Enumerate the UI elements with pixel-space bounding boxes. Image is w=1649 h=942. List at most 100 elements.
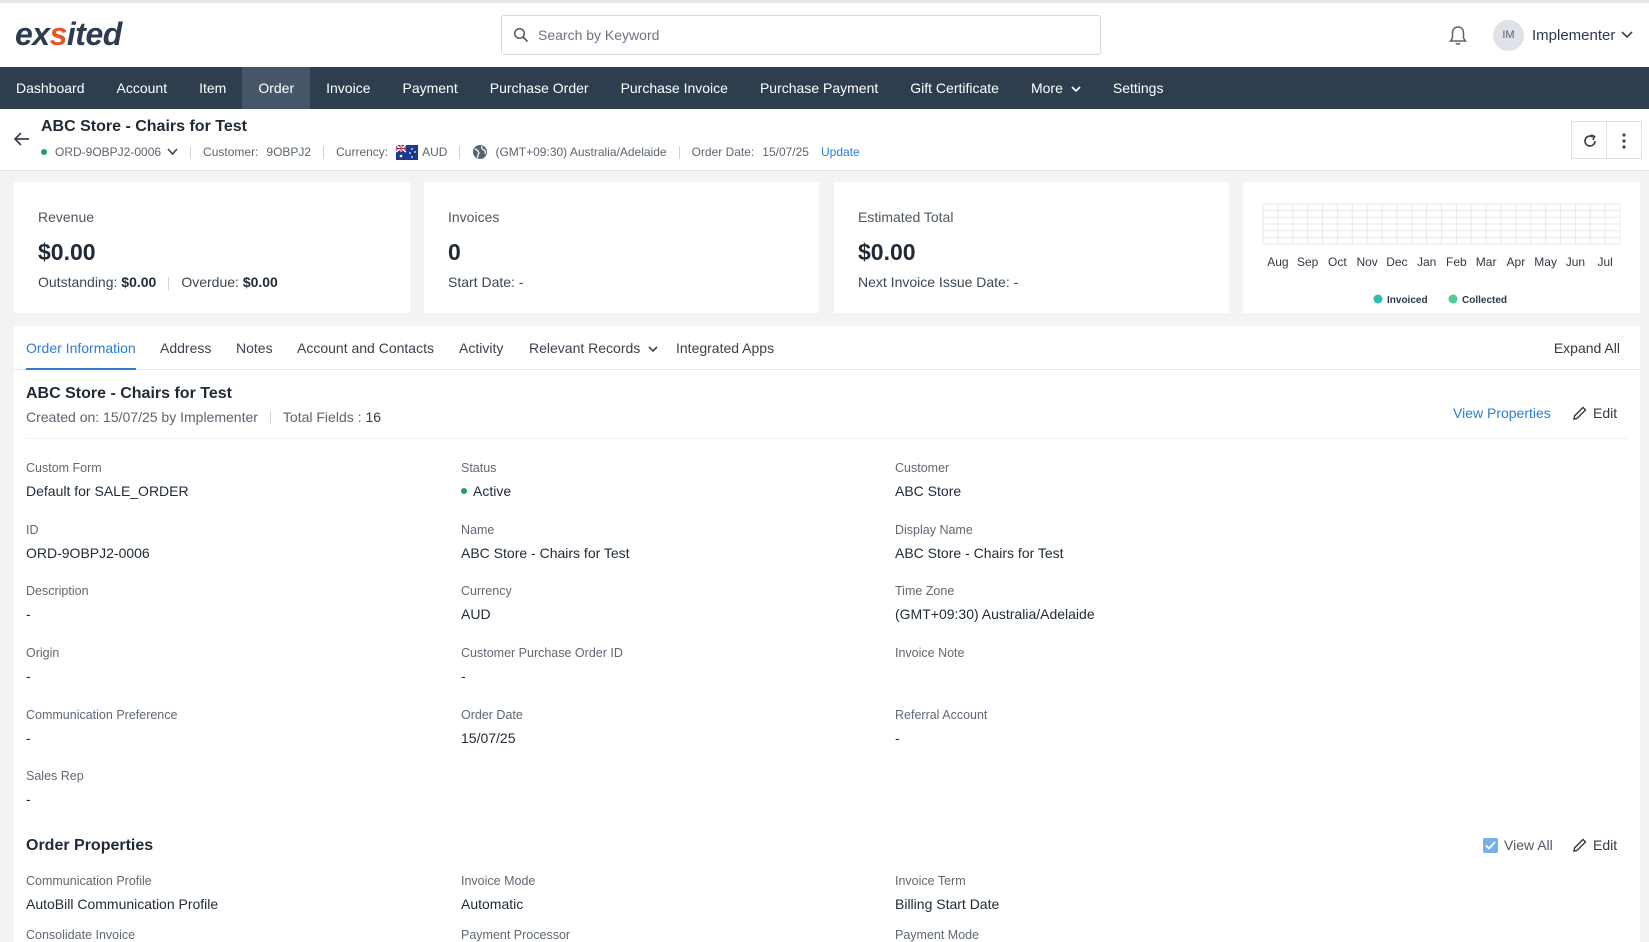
field-value: - bbox=[26, 606, 31, 622]
tab-integrated-apps[interactable]: Integrated Apps bbox=[676, 326, 774, 370]
customer-label: Customer: bbox=[203, 145, 259, 159]
nav-invoice[interactable]: Invoice bbox=[310, 67, 386, 109]
field-sales-rep: Sales Rep - bbox=[26, 769, 446, 807]
expand-all-button[interactable]: Expand All bbox=[1554, 326, 1620, 370]
field-communication-preference: Communication Preference - bbox=[26, 708, 446, 746]
estimated-total-value: $0.00 bbox=[858, 239, 916, 265]
more-options-button[interactable] bbox=[1606, 121, 1642, 159]
field-label: Consolidate Invoice bbox=[26, 928, 136, 942]
field-value: 15/07/25 bbox=[461, 730, 516, 746]
field-value: (GMT+09:30) Australia/Adelaide bbox=[895, 606, 1095, 622]
nav-order[interactable]: Order bbox=[242, 67, 311, 109]
refresh-button[interactable] bbox=[1571, 121, 1607, 159]
outstanding-label: Outstanding: bbox=[38, 274, 118, 290]
currency-value: AUD bbox=[422, 145, 448, 159]
order-id-select[interactable]: ORD-9OBPJ2-0006 bbox=[55, 145, 161, 159]
chevron-down-icon[interactable] bbox=[1621, 31, 1633, 39]
pencil-icon bbox=[1573, 406, 1587, 420]
field-value: - bbox=[461, 668, 466, 684]
order-date-label: Order Date: bbox=[691, 145, 755, 159]
overdue-label: Overdue: bbox=[181, 274, 239, 290]
field-label: Invoice Mode bbox=[461, 874, 536, 888]
x-tick-label: May bbox=[1534, 255, 1557, 269]
field-invoice-note: Invoice Note bbox=[895, 646, 1315, 668]
invoices-value: 0 bbox=[448, 239, 461, 265]
separator bbox=[323, 145, 325, 159]
outstanding-value: $0.00 bbox=[121, 274, 157, 290]
pencil-icon bbox=[1573, 838, 1587, 852]
nav-purchase-payment[interactable]: Purchase Payment bbox=[744, 67, 894, 109]
field-invoice-term: Invoice Term Billing Start Date bbox=[895, 874, 1315, 912]
tab-address[interactable]: Address bbox=[160, 326, 211, 370]
nav-dashboard[interactable]: Dashboard bbox=[0, 67, 101, 109]
tab-notes[interactable]: Notes bbox=[236, 326, 273, 370]
field-value: - bbox=[26, 668, 31, 684]
search-input[interactable] bbox=[538, 24, 1088, 46]
bell-icon[interactable] bbox=[1448, 25, 1468, 47]
properties-edit-button[interactable]: Edit bbox=[1573, 837, 1617, 853]
field-origin: Origin - bbox=[26, 646, 446, 684]
legend-marker-invoiced bbox=[1373, 294, 1383, 304]
field-customer-po: Customer Purchase Order ID - bbox=[461, 646, 881, 684]
revenue-value: $0.00 bbox=[38, 239, 96, 265]
nav-settings[interactable]: Settings bbox=[1097, 67, 1180, 109]
back-arrow-icon[interactable] bbox=[13, 131, 31, 147]
field-label: Invoice Note bbox=[895, 646, 965, 660]
revenue-breakdown: Outstanding: $0.00 Overdue: $0.00 bbox=[38, 274, 278, 290]
tab-activity[interactable]: Activity bbox=[459, 326, 503, 370]
tab-account-and-contacts[interactable]: Account and Contacts bbox=[297, 326, 434, 370]
nav-purchase-order[interactable]: Purchase Order bbox=[474, 67, 605, 109]
customer-value: 9OBPJ2 bbox=[266, 145, 312, 159]
nav-account[interactable]: Account bbox=[101, 67, 184, 109]
chevron-down-icon bbox=[1071, 86, 1081, 92]
nav-purchase-invoice[interactable]: Purchase Invoice bbox=[605, 67, 744, 109]
tab-relevant-records-label: Relevant Records bbox=[529, 340, 641, 356]
field-value: ORD-9OBPJ2-0006 bbox=[26, 545, 150, 561]
field-customer: Customer ABC Store bbox=[895, 461, 1315, 499]
search-box[interactable] bbox=[501, 15, 1101, 55]
edit-label: Edit bbox=[1593, 405, 1618, 421]
page-title: ABC Store - Chairs for Test bbox=[41, 118, 247, 135]
x-tick-label: Oct bbox=[1328, 255, 1347, 269]
field-label: Customer bbox=[895, 461, 950, 475]
x-tick-label: Nov bbox=[1356, 255, 1377, 269]
x-tick-label: Sep bbox=[1297, 255, 1319, 269]
nav-item[interactable]: Item bbox=[183, 67, 242, 109]
tab-relevant-records[interactable]: Relevant Records bbox=[529, 326, 658, 370]
globe-icon bbox=[473, 145, 488, 159]
revenue-card: Revenue $0.00 Outstanding: $0.00 Overdue:… bbox=[14, 182, 410, 313]
nav-payment[interactable]: Payment bbox=[386, 67, 473, 109]
nav-more[interactable]: More bbox=[1015, 67, 1097, 109]
field-value: - bbox=[26, 791, 31, 807]
field-value: Default for SALE_ORDER bbox=[26, 483, 189, 499]
field-value: ABC Store - Chairs for Test bbox=[461, 545, 630, 561]
field-referral-account: Referral Account - bbox=[895, 708, 1315, 746]
field-label: Sales Rep bbox=[26, 769, 84, 783]
x-tick-label: Mar bbox=[1476, 255, 1497, 269]
tab-order-information[interactable]: Order Information bbox=[26, 326, 136, 370]
start-date-label: Start Date: bbox=[448, 274, 515, 290]
x-tick-label: Jun bbox=[1566, 255, 1585, 269]
nav-gift-certificate[interactable]: Gift Certificate bbox=[894, 67, 1015, 109]
field-label: Description bbox=[26, 584, 89, 598]
x-tick-label: Aug bbox=[1267, 255, 1288, 269]
edit-button[interactable]: Edit bbox=[1573, 405, 1617, 421]
avatar[interactable]: IM bbox=[1493, 20, 1524, 51]
revenue-label: Revenue bbox=[38, 209, 95, 225]
app-logo[interactable]: exsited bbox=[15, 16, 122, 53]
section-title: ABC Store - Chairs for Test bbox=[26, 385, 232, 402]
record-meta: ORD-9OBPJ2-0006 Customer: 9OBPJ2 Currenc… bbox=[41, 144, 860, 160]
x-tick-label: Dec bbox=[1386, 255, 1407, 269]
field-value: Billing Start Date bbox=[895, 896, 1000, 912]
field-custom-form: Custom Form Default for SALE_ORDER bbox=[26, 461, 446, 499]
view-properties-link[interactable]: View Properties bbox=[1453, 405, 1551, 421]
view-all-checkbox[interactable]: View All bbox=[1483, 837, 1553, 853]
chevron-down-icon[interactable] bbox=[167, 148, 178, 156]
field-name: Name ABC Store - Chairs for Test bbox=[461, 523, 881, 561]
user-name[interactable]: Implementer bbox=[1532, 27, 1615, 44]
field-value: ABC Store - Chairs for Test bbox=[895, 545, 1064, 561]
field-order-date: Order Date 15/07/25 bbox=[461, 708, 881, 746]
field-value: ABC Store bbox=[895, 483, 962, 499]
x-tick-label: Apr bbox=[1507, 255, 1526, 269]
update-link[interactable]: Update bbox=[821, 145, 860, 159]
